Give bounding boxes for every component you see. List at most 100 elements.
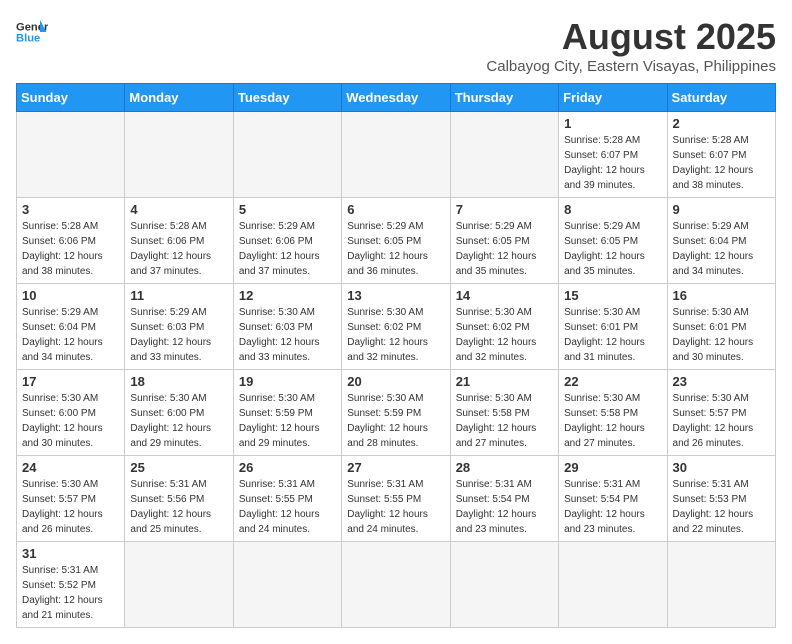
- day-number: 23: [673, 374, 770, 389]
- calendar-day-cell: [342, 542, 450, 628]
- day-info: Sunrise: 5:29 AM Sunset: 6:04 PM Dayligh…: [673, 219, 770, 279]
- calendar-day-cell: 26 Sunrise: 5:31 AM Sunset: 5:55 PM Dayli…: [233, 456, 341, 542]
- day-number: 27: [347, 460, 444, 475]
- day-info: Sunrise: 5:30 AM Sunset: 6:01 PM Dayligh…: [564, 305, 661, 365]
- day-number: 26: [239, 460, 336, 475]
- day-number: 1: [564, 116, 661, 131]
- day-number: 28: [456, 460, 553, 475]
- calendar-day-cell: [17, 112, 125, 198]
- calendar-day-cell: 6 Sunrise: 5:29 AM Sunset: 6:05 PM Daylig…: [342, 198, 450, 284]
- day-number: 21: [456, 374, 553, 389]
- calendar-day-cell: 9Sunrise: 5:29 AM Sunset: 6:04 PM Daylig…: [667, 198, 775, 284]
- calendar-day-cell: 12 Sunrise: 5:30 AM Sunset: 6:03 PM Dayli…: [233, 284, 341, 370]
- weekday-header-tuesday: Tuesday: [233, 84, 341, 112]
- day-info: Sunrise: 5:30 AM Sunset: 6:03 PM Dayligh…: [239, 305, 336, 365]
- calendar-day-cell: [342, 112, 450, 198]
- calendar-day-cell: [450, 542, 558, 628]
- calendar-day-cell: 21 Sunrise: 5:30 AM Sunset: 5:58 PM Dayli…: [450, 370, 558, 456]
- calendar-day-cell: 11 Sunrise: 5:29 AM Sunset: 6:03 PM Dayli…: [125, 284, 233, 370]
- calendar-day-cell: [125, 542, 233, 628]
- day-info: Sunrise: 5:31 AM Sunset: 5:55 PM Dayligh…: [347, 477, 444, 537]
- day-info: Sunrise: 5:28 AM Sunset: 6:07 PM Dayligh…: [673, 133, 770, 193]
- calendar-week-row: 1 Sunrise: 5:28 AM Sunset: 6:07 PM Daylig…: [17, 112, 776, 198]
- calendar-week-row: 31Sunrise: 5:31 AM Sunset: 5:52 PM Dayli…: [17, 542, 776, 628]
- calendar-day-cell: [125, 112, 233, 198]
- day-number: 10: [22, 288, 119, 303]
- calendar-day-cell: 3Sunrise: 5:28 AM Sunset: 6:06 PM Daylig…: [17, 198, 125, 284]
- calendar-day-cell: 2 Sunrise: 5:28 AM Sunset: 6:07 PM Daylig…: [667, 112, 775, 198]
- calendar-week-row: 17Sunrise: 5:30 AM Sunset: 6:00 PM Dayli…: [17, 370, 776, 456]
- day-info: Sunrise: 5:31 AM Sunset: 5:54 PM Dayligh…: [456, 477, 553, 537]
- calendar-day-cell: 28 Sunrise: 5:31 AM Sunset: 5:54 PM Dayli…: [450, 456, 558, 542]
- day-info: Sunrise: 5:29 AM Sunset: 6:03 PM Dayligh…: [130, 305, 227, 365]
- logo: General Blue: [16, 16, 48, 48]
- day-number: 15: [564, 288, 661, 303]
- day-info: Sunrise: 5:30 AM Sunset: 5:59 PM Dayligh…: [239, 391, 336, 451]
- day-info: Sunrise: 5:31 AM Sunset: 5:56 PM Dayligh…: [130, 477, 227, 537]
- logo-icon: General Blue: [16, 16, 48, 48]
- calendar-day-cell: 1 Sunrise: 5:28 AM Sunset: 6:07 PM Daylig…: [559, 112, 667, 198]
- day-info: Sunrise: 5:30 AM Sunset: 6:01 PM Dayligh…: [673, 305, 770, 365]
- day-info: Sunrise: 5:28 AM Sunset: 6:07 PM Dayligh…: [564, 133, 661, 193]
- calendar-day-cell: 25 Sunrise: 5:31 AM Sunset: 5:56 PM Dayli…: [125, 456, 233, 542]
- day-info: Sunrise: 5:29 AM Sunset: 6:05 PM Dayligh…: [564, 219, 661, 279]
- calendar-table: SundayMondayTuesdayWednesdayThursdayFrid…: [16, 83, 776, 628]
- calendar-day-cell: 30 Sunrise: 5:31 AM Sunset: 5:53 PM Dayli…: [667, 456, 775, 542]
- day-number: 29: [564, 460, 661, 475]
- day-info: Sunrise: 5:30 AM Sunset: 6:00 PM Dayligh…: [22, 391, 119, 451]
- calendar-day-cell: 17Sunrise: 5:30 AM Sunset: 6:00 PM Dayli…: [17, 370, 125, 456]
- calendar-day-cell: [233, 112, 341, 198]
- day-number: 16: [673, 288, 770, 303]
- day-info: Sunrise: 5:30 AM Sunset: 5:58 PM Dayligh…: [456, 391, 553, 451]
- calendar-day-cell: 24Sunrise: 5:30 AM Sunset: 5:57 PM Dayli…: [17, 456, 125, 542]
- weekday-header-thursday: Thursday: [450, 84, 558, 112]
- calendar-title: August 2025: [486, 16, 776, 58]
- day-info: Sunrise: 5:29 AM Sunset: 6:05 PM Dayligh…: [347, 219, 444, 279]
- day-number: 30: [673, 460, 770, 475]
- day-info: Sunrise: 5:31 AM Sunset: 5:55 PM Dayligh…: [239, 477, 336, 537]
- calendar-day-cell: 20 Sunrise: 5:30 AM Sunset: 5:59 PM Dayli…: [342, 370, 450, 456]
- calendar-day-cell: 23Sunrise: 5:30 AM Sunset: 5:57 PM Dayli…: [667, 370, 775, 456]
- weekday-header-friday: Friday: [559, 84, 667, 112]
- day-number: 2: [673, 116, 770, 131]
- calendar-day-cell: 15 Sunrise: 5:30 AM Sunset: 6:01 PM Dayli…: [559, 284, 667, 370]
- day-info: Sunrise: 5:29 AM Sunset: 6:06 PM Dayligh…: [239, 219, 336, 279]
- day-number: 3: [22, 202, 119, 217]
- weekday-header-monday: Monday: [125, 84, 233, 112]
- day-number: 14: [456, 288, 553, 303]
- svg-text:Blue: Blue: [16, 33, 40, 45]
- day-number: 6: [347, 202, 444, 217]
- day-info: Sunrise: 5:31 AM Sunset: 5:54 PM Dayligh…: [564, 477, 661, 537]
- day-number: 12: [239, 288, 336, 303]
- day-number: 24: [22, 460, 119, 475]
- calendar-day-cell: 13Sunrise: 5:30 AM Sunset: 6:02 PM Dayli…: [342, 284, 450, 370]
- day-number: 25: [130, 460, 227, 475]
- weekday-header-row: SundayMondayTuesdayWednesdayThursdayFrid…: [17, 84, 776, 112]
- day-info: Sunrise: 5:31 AM Sunset: 5:53 PM Dayligh…: [673, 477, 770, 537]
- day-number: 7: [456, 202, 553, 217]
- day-info: Sunrise: 5:29 AM Sunset: 6:04 PM Dayligh…: [22, 305, 119, 365]
- calendar-day-cell: 10 Sunrise: 5:29 AM Sunset: 6:04 PM Dayli…: [17, 284, 125, 370]
- day-number: 8: [564, 202, 661, 217]
- calendar-day-cell: [667, 542, 775, 628]
- calendar-day-cell: 8 Sunrise: 5:29 AM Sunset: 6:05 PM Daylig…: [559, 198, 667, 284]
- day-info: Sunrise: 5:30 AM Sunset: 5:59 PM Dayligh…: [347, 391, 444, 451]
- day-number: 11: [130, 288, 227, 303]
- calendar-day-cell: [233, 542, 341, 628]
- day-info: Sunrise: 5:29 AM Sunset: 6:05 PM Dayligh…: [456, 219, 553, 279]
- day-number: 22: [564, 374, 661, 389]
- page-header: General Blue August 2025 Calbayog City, …: [16, 16, 776, 75]
- calendar-day-cell: 7 Sunrise: 5:29 AM Sunset: 6:05 PM Daylig…: [450, 198, 558, 284]
- calendar-day-cell: 22Sunrise: 5:30 AM Sunset: 5:58 PM Dayli…: [559, 370, 667, 456]
- calendar-day-cell: 27 Sunrise: 5:31 AM Sunset: 5:55 PM Dayli…: [342, 456, 450, 542]
- day-number: 20: [347, 374, 444, 389]
- calendar-day-cell: 14Sunrise: 5:30 AM Sunset: 6:02 PM Dayli…: [450, 284, 558, 370]
- day-number: 31: [22, 546, 119, 561]
- title-area: August 2025 Calbayog City, Eastern Visay…: [486, 16, 776, 75]
- day-number: 5: [239, 202, 336, 217]
- calendar-subtitle: Calbayog City, Eastern Visayas, Philippi…: [486, 58, 776, 75]
- calendar-day-cell: 4 Sunrise: 5:28 AM Sunset: 6:06 PM Daylig…: [125, 198, 233, 284]
- day-info: Sunrise: 5:30 AM Sunset: 6:00 PM Dayligh…: [130, 391, 227, 451]
- day-number: 4: [130, 202, 227, 217]
- day-info: Sunrise: 5:28 AM Sunset: 6:06 PM Dayligh…: [130, 219, 227, 279]
